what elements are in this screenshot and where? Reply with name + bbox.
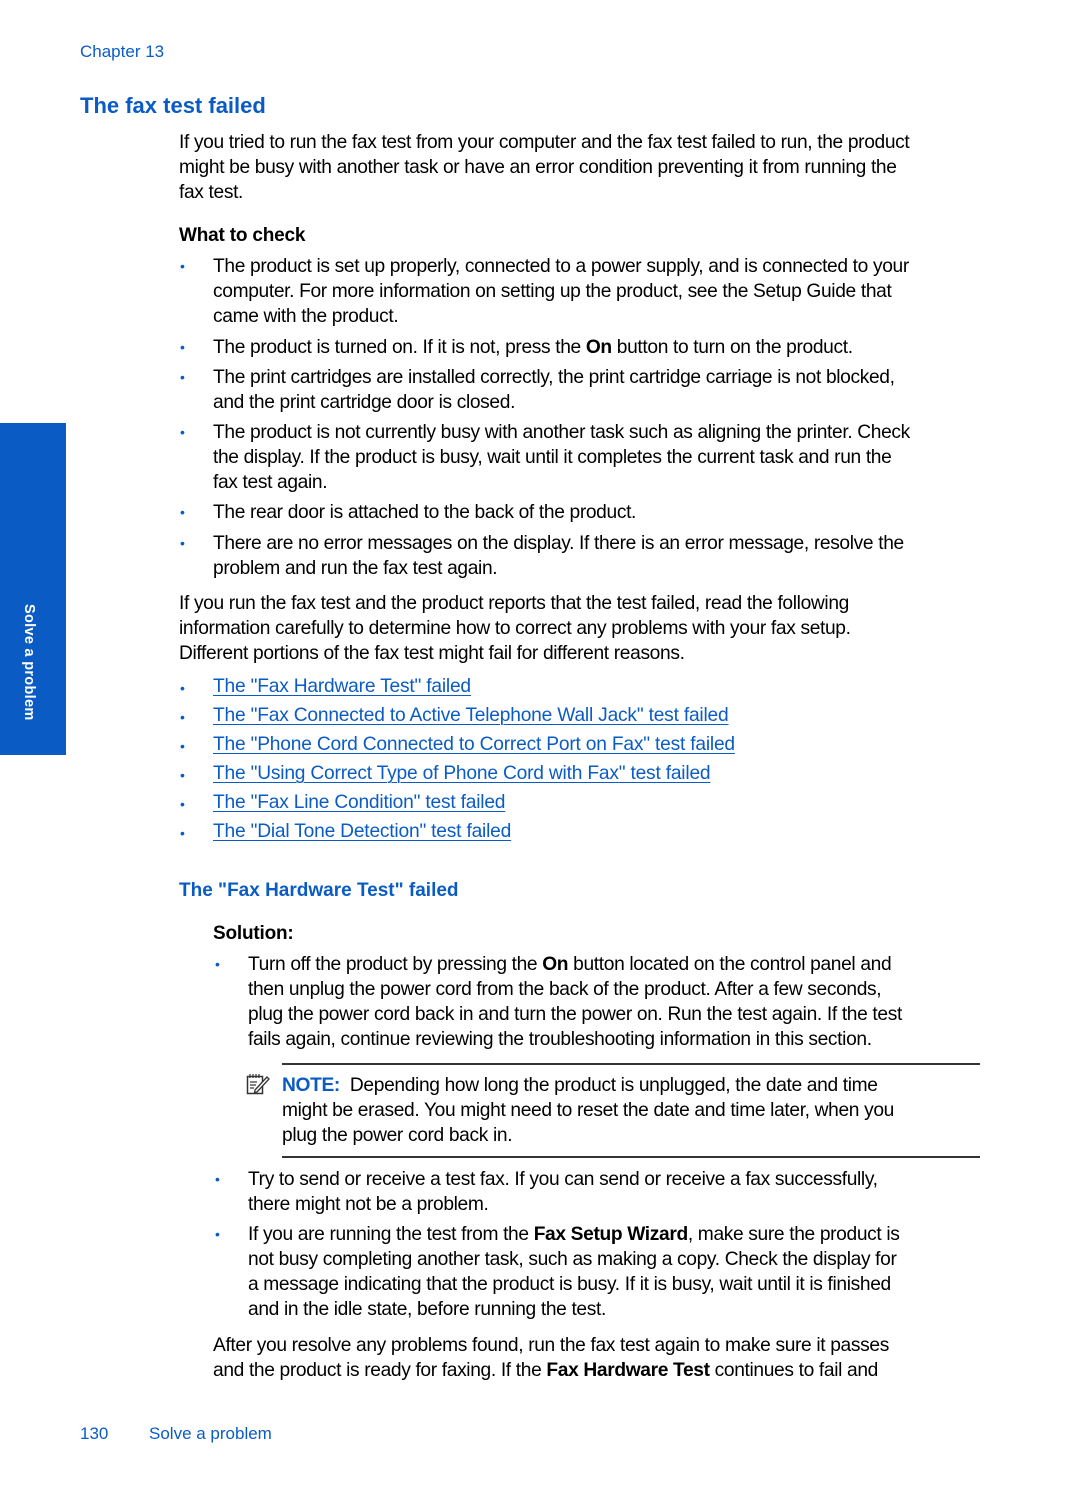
fax-setup-wizard-label: Fax Setup Wizard — [533, 1224, 689, 1245]
bullet-icon: • — [215, 956, 220, 972]
list-item-line: The rear door is attached to the back of… — [213, 502, 637, 523]
text-span: button located on the control panel and — [568, 954, 892, 975]
bullet-icon: • — [180, 709, 185, 725]
list-item-line: The product is turned on. If it is not, … — [213, 335, 853, 360]
step3-line: If you are running the test from the Fax… — [248, 1222, 900, 1247]
step1-line: plug the power cord back in and turn the… — [248, 1004, 902, 1025]
bullet-icon: • — [215, 1171, 220, 1187]
step1-line: fails again, continue reviewing the trou… — [248, 1029, 872, 1050]
note-line: plug the power cord back in. — [282, 1125, 513, 1146]
text-span: continues to fail and — [709, 1360, 879, 1381]
list-item-line: The product is not currently busy with a… — [213, 422, 910, 443]
list-item-line: There are no error messages on the displ… — [213, 533, 904, 554]
paragraph-line: Different portions of the fax test might… — [179, 643, 685, 664]
list-item-line: The product is set up properly, connecte… — [213, 256, 909, 277]
list-item-line: the display. If the product is busy, wai… — [213, 447, 892, 468]
text-span: , make sure the product is — [687, 1224, 900, 1245]
page-number: 130 — [80, 1424, 109, 1443]
step1-line: then unplug the power cord from the back… — [248, 979, 882, 1000]
subsection-title: The "Fax Hardware Test" failed — [179, 880, 459, 901]
step3-line: and in the idle state, before running th… — [248, 1299, 606, 1320]
intro-line: fax test. — [179, 182, 244, 203]
section-title: The fax test failed — [80, 93, 266, 118]
step2-line: there might not be a problem. — [248, 1194, 489, 1215]
list-item-line: fax test again. — [213, 472, 328, 493]
link-fax-line-condition-test[interactable]: The "Fax Line Condition" test failed — [213, 792, 505, 814]
bullet-icon: • — [180, 796, 185, 812]
link-phone-cord-type-test[interactable]: The "Using Correct Type of Phone Cord wi… — [213, 763, 711, 785]
closing-line: and the product is ready for faxing. If … — [213, 1358, 878, 1383]
text-span: Depending how long the product is unplug… — [339, 1075, 878, 1096]
step2-line: Try to send or receive a test fax. If yo… — [248, 1169, 878, 1190]
solution-heading: Solution: — [213, 923, 294, 944]
note-label: NOTE: — [282, 1075, 340, 1096]
bullet-icon: • — [180, 535, 185, 551]
step3-line: not busy completing another task, such a… — [248, 1249, 897, 1270]
bullet-icon: • — [180, 767, 185, 783]
list-item-line: The print cartridges are installed corre… — [213, 367, 895, 388]
bullet-icon: • — [180, 738, 185, 754]
text-span: The product is turned on. If it is not, … — [213, 337, 586, 358]
footer-section-name: Solve a problem — [149, 1424, 272, 1443]
text-span: and the product is ready for faxing. If … — [213, 1360, 547, 1381]
note-line: NOTE: Depending how long the product is … — [282, 1073, 878, 1098]
bullet-icon: • — [180, 369, 185, 385]
text-span: If you are running the test from the — [248, 1224, 534, 1245]
what-to-check-heading: What to check — [179, 225, 306, 246]
note-top-rule — [282, 1063, 980, 1065]
fax-hardware-test-label: Fax Hardware Test — [546, 1360, 710, 1381]
bullet-icon: • — [180, 258, 185, 274]
step3-line: a message indicating that the product is… — [248, 1274, 891, 1295]
list-item-line: computer. For more information on settin… — [213, 281, 892, 302]
bullet-icon: • — [180, 825, 185, 841]
link-dial-tone-test[interactable]: The "Dial Tone Detection" test failed — [213, 821, 511, 843]
chapter-label: Chapter 13 — [80, 42, 165, 61]
bullet-icon: • — [180, 680, 185, 696]
note-pencil-icon — [246, 1074, 270, 1095]
on-button-label: On — [585, 337, 612, 358]
intro-line: If you tried to run the fax test from yo… — [179, 132, 910, 153]
bullet-icon: • — [180, 339, 185, 355]
text-span: button to turn on the product. — [611, 337, 853, 358]
note-line: might be erased. You might need to reset… — [282, 1100, 894, 1121]
closing-line: After you resolve any problems found, ru… — [213, 1335, 889, 1356]
text-span: Turn off the product by pressing the — [248, 954, 543, 975]
intro-line: might be busy with another task or have … — [179, 157, 897, 178]
paragraph-line: If you run the fax test and the product … — [179, 593, 849, 614]
note-bottom-rule — [282, 1156, 980, 1158]
on-button-label: On — [542, 954, 569, 975]
bullet-icon: • — [180, 424, 185, 440]
link-phone-cord-port-test[interactable]: The "Phone Cord Connected to Correct Por… — [213, 734, 735, 756]
side-tab-label: Solve a problem — [21, 604, 37, 721]
paragraph-line: information carefully to determine how t… — [179, 618, 851, 639]
link-wall-jack-test[interactable]: The "Fax Connected to Active Telephone W… — [213, 705, 729, 727]
step1-line: Turn off the product by pressing the On … — [248, 952, 892, 977]
bullet-icon: • — [180, 504, 185, 520]
list-item-line: came with the product. — [213, 306, 399, 327]
list-item-line: problem and run the fax test again. — [213, 558, 498, 579]
list-item-line: and the print cartridge door is closed. — [213, 392, 516, 413]
bullet-icon: • — [215, 1226, 220, 1242]
link-fax-hardware-test[interactable]: The "Fax Hardware Test" failed — [213, 676, 471, 698]
